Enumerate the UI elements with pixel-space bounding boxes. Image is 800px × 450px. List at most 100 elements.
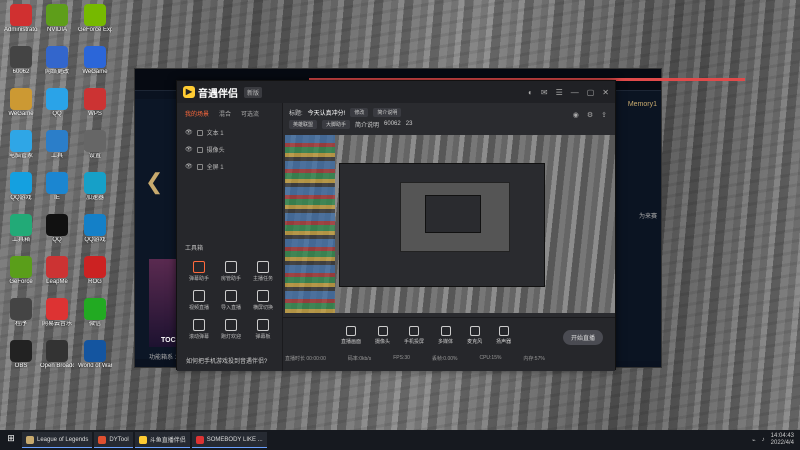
tool-item[interactable]: 跑灯欢迎 bbox=[215, 319, 247, 340]
eye-icon[interactable]: 👁 bbox=[185, 163, 193, 170]
taskbar-item[interactable]: DYTool bbox=[94, 432, 133, 448]
lock-checkbox[interactable] bbox=[196, 129, 203, 136]
tool-label: 视频直播 bbox=[188, 305, 209, 311]
scene-item[interactable]: 👁 摄像头 bbox=[177, 141, 282, 158]
desktop-icon[interactable]: 程序 bbox=[4, 298, 38, 328]
desktop-app-icon bbox=[10, 46, 32, 68]
tool-item[interactable]: 弹幕板 bbox=[247, 319, 279, 340]
tool-item[interactable]: 滚动弹幕 bbox=[183, 319, 215, 340]
desktop-app-icon bbox=[84, 46, 106, 68]
desktop-icon[interactable]: NVIDIA bbox=[40, 4, 74, 34]
desktop-icon[interactable]: 设置 bbox=[78, 130, 112, 160]
menu-icon[interactable]: ☰ bbox=[556, 88, 563, 97]
tab-my-scenes[interactable]: 我的场景 bbox=[185, 109, 209, 118]
camera-button[interactable]: 摄像头 bbox=[375, 326, 390, 345]
desktop-app-icon bbox=[10, 340, 32, 362]
desktop-icon[interactable]: IE bbox=[40, 172, 74, 202]
scene-item[interactable]: 👁 全屏 1 bbox=[177, 158, 282, 175]
taskbar-item[interactable]: SOMEBODY LIKE ... bbox=[191, 432, 267, 448]
media-button[interactable]: 多媒体 bbox=[438, 326, 453, 345]
tab-optional[interactable]: 可选流 bbox=[241, 109, 259, 118]
desktop-icon[interactable]: QQ游戏 bbox=[4, 172, 38, 202]
desktop-icon[interactable]: 工具 bbox=[40, 130, 74, 160]
desktop-icon[interactable]: LeapMe bbox=[40, 256, 74, 286]
desktop-app-icon bbox=[84, 340, 106, 362]
desktop-icon[interactable]: WeGame bbox=[4, 88, 38, 118]
intro-text: 简介说明 bbox=[355, 122, 380, 129]
nested-preview bbox=[339, 163, 545, 287]
desktop-icon[interactable]: GeForce Experience bbox=[78, 4, 112, 34]
scene-item[interactable]: 👁 文本 1 bbox=[177, 124, 282, 141]
taskbar-item[interactable]: 斗鱼直播伴侣 bbox=[134, 432, 190, 448]
version-badge[interactable]: 新版 bbox=[244, 86, 263, 98]
desktop-icon-label: GeForce Experience bbox=[78, 27, 112, 33]
eye-icon[interactable]: 👁 bbox=[185, 146, 193, 153]
windows-start-icon[interactable]: ⊞ bbox=[2, 433, 20, 447]
close-icon[interactable]: ✕ bbox=[602, 88, 609, 97]
mail-icon[interactable]: ✉ bbox=[541, 88, 548, 97]
control-label: 麦克风 bbox=[467, 339, 483, 345]
desktop-app-icon bbox=[46, 172, 68, 194]
clock[interactable]: 14:04:43 2022/4/4 bbox=[771, 433, 794, 447]
status-item: FPS:30 bbox=[393, 355, 410, 361]
volume-icon[interactable]: ♪ bbox=[762, 437, 765, 443]
lock-checkbox[interactable] bbox=[196, 146, 203, 153]
desktop-icon[interactable]: GeForce bbox=[4, 256, 38, 286]
status-item: 丢帧:0.00% bbox=[431, 356, 458, 362]
chevron-left-icon[interactable]: ❮ bbox=[145, 169, 163, 195]
screen-button[interactable]: 直播画面 bbox=[341, 326, 361, 345]
eye-icon[interactable]: 👁 bbox=[185, 129, 193, 136]
desktop-icon[interactable]: QQ bbox=[40, 214, 74, 244]
taskbar-item[interactable]: League of Legends bbox=[22, 432, 93, 448]
lock-checkbox[interactable] bbox=[196, 163, 203, 170]
skin-icon[interactable]: ◐ bbox=[528, 88, 533, 97]
desktop-icon-label: 程序 bbox=[14, 321, 27, 327]
desktop-icon[interactable]: 电脑管家 bbox=[4, 130, 38, 160]
desktop-icon[interactable]: QQ游戏 bbox=[78, 214, 112, 244]
tool-item[interactable]: 横屏切换 bbox=[247, 290, 279, 311]
desktop-icon[interactable]: QQ bbox=[40, 88, 74, 118]
intro-button[interactable]: 简介说明 bbox=[373, 107, 402, 117]
desktop-icon[interactable]: World of Warcraft bbox=[78, 340, 112, 370]
desktop-icon[interactable]: OBS bbox=[4, 340, 38, 370]
stream-preview[interactable] bbox=[285, 135, 615, 313]
helper-pill[interactable]: 大脚助手 bbox=[322, 119, 351, 129]
stream-header: 标题: 今天认真冲分! 修改 简介说明 英雄联盟 大脚助手 简介说明 60062… bbox=[283, 103, 615, 133]
edit-title-button[interactable]: 修改 bbox=[350, 107, 369, 117]
desktop-app-icon bbox=[46, 130, 68, 152]
desktop-icon[interactable]: 微信 bbox=[78, 298, 112, 328]
category-pill[interactable]: 英雄联盟 bbox=[289, 119, 318, 129]
start-stream-button[interactable]: 开始直播 bbox=[562, 330, 603, 345]
tool-item[interactable]: 房管助手 bbox=[215, 261, 247, 282]
desktop-icon[interactable]: WPS bbox=[78, 88, 112, 118]
tool-item[interactable]: 导入直播 bbox=[215, 290, 247, 311]
tool-item[interactable]: 主播任务 bbox=[247, 261, 279, 282]
tab-mix[interactable]: 混合 bbox=[219, 109, 231, 118]
desktop-icon[interactable]: 网易云音乐 bbox=[40, 298, 74, 328]
streaming-app-window[interactable]: ▶ 音遇伴侣 新版 ◐ ✉ ☰ — ▢ ✕ 我的场景 混合 可选流 👁 文本 1 … bbox=[176, 80, 616, 371]
help-notice[interactable]: 如何把手机游戏投到音遇伴侣? bbox=[186, 356, 267, 365]
desktop-icon[interactable]: 网络更改 bbox=[40, 46, 74, 76]
desktop-icon[interactable]: Open Broadcaster bbox=[40, 340, 74, 370]
tool-icon bbox=[193, 290, 205, 302]
desktop-app-icon bbox=[84, 256, 106, 278]
desktop-icon[interactable]: 工具箱 bbox=[4, 214, 38, 244]
minimize-icon[interactable]: — bbox=[571, 88, 579, 97]
camera-icon[interactable]: ◉ bbox=[573, 111, 579, 119]
tool-item[interactable]: 视频直播 bbox=[183, 290, 215, 311]
tool-item[interactable]: 弹幕助手 bbox=[183, 261, 215, 282]
maximize-icon[interactable]: ▢ bbox=[587, 88, 595, 97]
desktop-app-icon bbox=[46, 88, 68, 110]
mic-button[interactable]: 麦克风 bbox=[467, 326, 482, 345]
share-icon[interactable]: ⇪ bbox=[601, 111, 607, 119]
network-icon[interactable]: ⌁ bbox=[752, 437, 756, 444]
desktop-icon[interactable]: 60062 bbox=[4, 46, 38, 76]
desktop-icon[interactable]: WeGame bbox=[78, 46, 112, 76]
desktop-icon[interactable]: ROG bbox=[78, 256, 112, 286]
speaker-button[interactable]: 扬声器 bbox=[496, 326, 511, 345]
desktop-icon[interactable]: 加速器 bbox=[78, 172, 112, 202]
settings-icon[interactable]: ⚙ bbox=[587, 111, 593, 119]
phone-button[interactable]: 手机投屏 bbox=[404, 326, 424, 345]
desktop-icon[interactable]: Administrator bbox=[4, 4, 38, 34]
desktop-icon-label: 工具 bbox=[50, 153, 63, 159]
